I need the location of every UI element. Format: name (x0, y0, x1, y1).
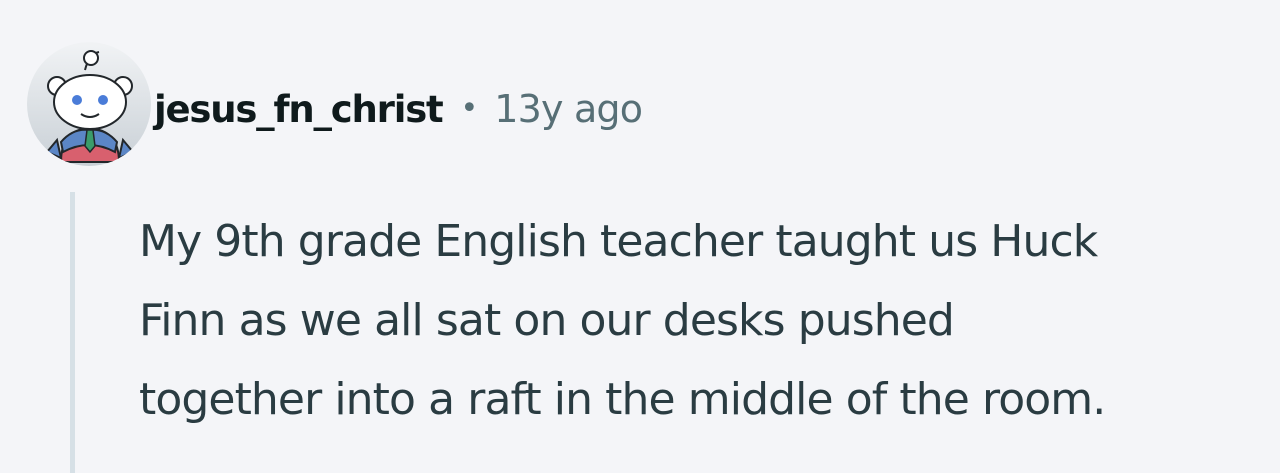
comment-body-line: Finn as we all sat on our desks pushed (139, 295, 955, 346)
meta-separator: • (460, 90, 479, 126)
comment-body-line: together into a raft in the middle of th… (139, 374, 1106, 425)
thread-line[interactable] (70, 192, 75, 473)
comment-body-line: My 9th grade English teacher taught us H… (139, 216, 1098, 267)
comment-header: jesus_fn_christ • 13y ago (154, 84, 643, 134)
username-link[interactable]: jesus_fn_christ (154, 88, 444, 131)
comment: jesus_fn_christ • 13y ago My 9th grade E… (0, 0, 1280, 473)
comment-timestamp[interactable]: 13y ago (494, 87, 643, 131)
snoo-avatar-icon[interactable] (27, 42, 151, 166)
comment-body: My 9th grade English teacher taught us H… (139, 202, 1274, 439)
